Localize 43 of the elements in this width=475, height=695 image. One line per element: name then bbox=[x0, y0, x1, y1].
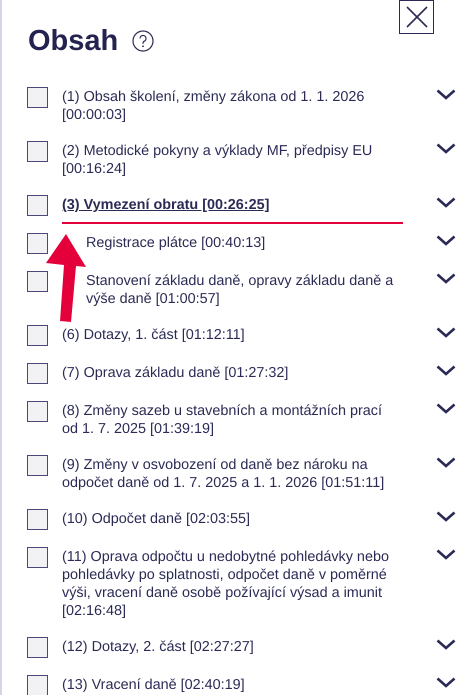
chevron-down-icon[interactable] bbox=[436, 403, 456, 414]
checkbox[interactable] bbox=[27, 195, 48, 216]
checkbox[interactable] bbox=[27, 547, 48, 568]
chevron-down-icon[interactable] bbox=[436, 511, 456, 522]
chevron-down-icon[interactable] bbox=[436, 273, 456, 284]
chevron-down-icon[interactable] bbox=[436, 235, 456, 246]
checkbox[interactable] bbox=[27, 141, 48, 162]
chapter-link[interactable]: (11) Oprava odpočtu u nedobytné pohledávky nebo pohledávky po splatnosti, odpočet daně v poměrné výši, vracení daně osobě požívající výsad a imunit [02:16:48] bbox=[62, 548, 397, 620]
chapter-link[interactable]: Stanovení základu daně, opravy základu daně a výše daně [01:00:57] bbox=[86, 272, 397, 308]
chevron-down-icon[interactable] bbox=[436, 143, 456, 154]
chevron-down-icon[interactable] bbox=[436, 457, 456, 468]
checkbox[interactable] bbox=[27, 401, 48, 422]
checkbox[interactable] bbox=[27, 87, 48, 108]
checkbox[interactable] bbox=[27, 271, 48, 292]
chapter-link[interactable]: (3) Vymezení obratu [00:26:25] bbox=[62, 196, 403, 224]
help-icon[interactable] bbox=[132, 30, 154, 52]
chevron-down-icon[interactable] bbox=[436, 677, 456, 688]
chapter-link[interactable]: (7) Oprava základu daně [01:27:32] bbox=[62, 364, 397, 382]
chapter-link[interactable]: (2) Metodické pokyny a výklady MF, předpisy EU [00:16:24] bbox=[62, 142, 397, 178]
checkbox[interactable] bbox=[27, 455, 48, 476]
chevron-down-icon[interactable] bbox=[436, 327, 456, 338]
checkbox[interactable] bbox=[27, 325, 48, 346]
chapter-link[interactable]: (12) Dotazy, 2. část [02:27:27] bbox=[62, 638, 397, 656]
chapter-link[interactable]: (13) Vracení daně [02:40:19] bbox=[62, 676, 397, 694]
chapter-link[interactable]: (10) Odpočet daně [02:03:55] bbox=[62, 510, 397, 528]
chapter-link[interactable]: (1) Obsah školení, změny zákona od 1. 1. 2026 [00:00:03] bbox=[62, 88, 397, 124]
checkbox[interactable] bbox=[27, 509, 48, 530]
checkbox[interactable] bbox=[27, 363, 48, 384]
chapter-link[interactable]: (6) Dotazy, 1. část [01:12:11] bbox=[62, 326, 397, 344]
chapter-link[interactable]: (9) Změny v osvobození od daně bez nároku na odpočet daně od 1. 7. 2025 a 1. 1. 2026 [01:51:11] bbox=[62, 456, 397, 492]
chapter-link[interactable]: (8) Změny sazeb u stavebních a montážních prací od 1. 7. 2025 [01:39:19] bbox=[62, 402, 397, 438]
close-button[interactable] bbox=[399, 0, 434, 34]
chevron-down-icon[interactable] bbox=[436, 89, 456, 100]
checkbox[interactable] bbox=[27, 675, 48, 695]
chevron-down-icon[interactable] bbox=[436, 549, 456, 560]
chevron-down-icon[interactable] bbox=[436, 197, 456, 208]
chevron-down-icon[interactable] bbox=[436, 365, 456, 376]
chapter-link[interactable]: Registrace plátce [00:40:13] bbox=[86, 234, 397, 252]
checkbox[interactable] bbox=[27, 233, 48, 254]
close-icon bbox=[404, 5, 428, 29]
chevron-down-icon[interactable] bbox=[436, 639, 456, 650]
panel-title: Obsah bbox=[28, 24, 118, 58]
checkbox[interactable] bbox=[27, 637, 48, 658]
